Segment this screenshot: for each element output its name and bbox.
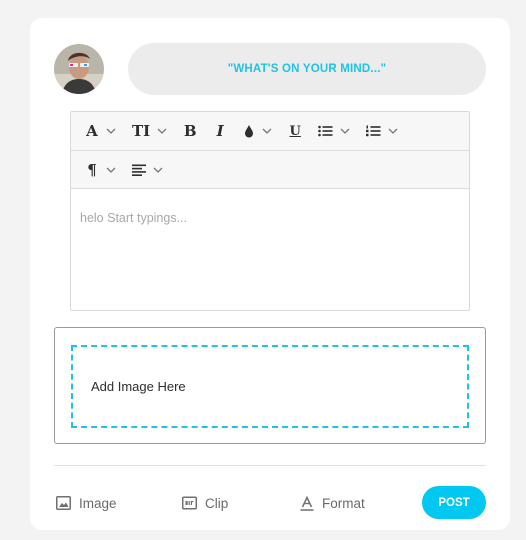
image-button[interactable]: Image (56, 486, 117, 520)
editor-toolbar: A TI B I U ¶ (71, 112, 469, 189)
toolbar-row-2: ¶ (71, 150, 469, 188)
post-composer-card: "WHAT'S ON YOUR MIND..." A TI B I U ¶ he… (30, 18, 510, 530)
text-color-icon (243, 124, 255, 138)
chevron-down-icon (106, 128, 116, 134)
toolbar-row-1: A TI B I U (71, 112, 469, 150)
image-dropzone[interactable]: Add Image Here (71, 345, 469, 428)
format-button[interactable]: Format (300, 486, 365, 520)
paragraph-icon: ¶ (87, 160, 97, 179)
chevron-down-icon (153, 167, 163, 173)
image-upload-box: Add Image Here (54, 327, 486, 444)
paragraph-dropdown[interactable]: ¶ (81, 156, 120, 184)
composer-actions: Image Clip Format POST (54, 486, 486, 520)
editor-content-area[interactable]: helo Start typings... (71, 189, 469, 247)
text-size-icon: TI (132, 122, 151, 140)
bold-icon: B (183, 122, 197, 140)
image-label: Image (79, 495, 117, 511)
text-format-icon (300, 495, 314, 511)
gif-icon (182, 496, 197, 510)
image-icon (56, 496, 71, 510)
numbered-list-dropdown[interactable] (362, 117, 402, 145)
chevron-down-icon (157, 128, 167, 134)
chevron-down-icon (106, 167, 116, 173)
format-label: Format (322, 495, 365, 511)
divider (54, 465, 486, 466)
align-icon (132, 164, 146, 176)
font-dropdown[interactable]: A (81, 117, 120, 145)
whats-on-your-mind-prompt[interactable]: "WHAT'S ON YOUR MIND..." (128, 43, 486, 95)
chevron-down-icon (262, 128, 272, 134)
font-icon: A (86, 122, 98, 140)
chevron-down-icon (388, 128, 398, 134)
post-button[interactable]: POST (422, 486, 486, 519)
text-color-dropdown[interactable] (239, 117, 276, 145)
bullet-list-icon (318, 125, 333, 137)
italic-button[interactable]: I (209, 117, 231, 145)
underline-icon: U (289, 123, 301, 139)
bullet-list-dropdown[interactable] (314, 117, 354, 145)
bold-button[interactable]: B (179, 117, 201, 145)
clip-label: Clip (205, 495, 229, 511)
add-image-label: Add Image Here (91, 379, 186, 394)
text-size-dropdown[interactable]: TI (128, 117, 171, 145)
clip-button[interactable]: Clip (182, 486, 228, 520)
underline-button[interactable]: U (284, 117, 306, 145)
rich-text-editor: A TI B I U ¶ helo Start typings... (70, 111, 470, 311)
avatar (54, 44, 104, 94)
italic-icon: I (216, 122, 224, 140)
align-dropdown[interactable] (128, 156, 167, 184)
chevron-down-icon (340, 128, 350, 134)
numbered-list-icon (366, 125, 381, 137)
